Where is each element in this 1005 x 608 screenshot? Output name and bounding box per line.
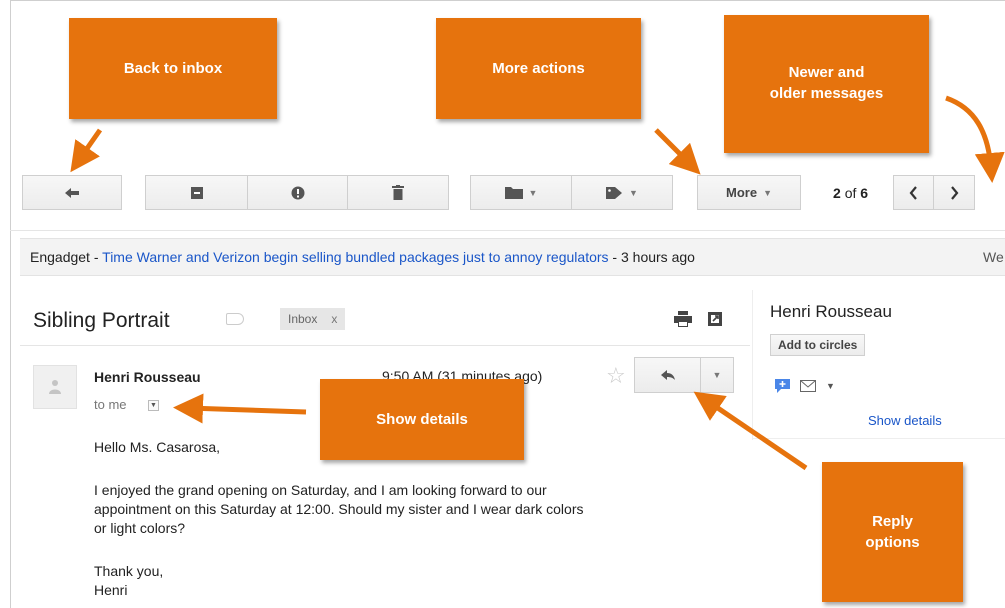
callout-arrows <box>70 95 1005 471</box>
arrow-to-details-toggle <box>173 393 307 424</box>
arrow-to-reply-button <box>693 391 808 471</box>
arrow-to-back-button <box>70 128 103 173</box>
arrow-to-pager <box>945 95 1005 183</box>
arrow-to-more-button <box>654 128 701 175</box>
